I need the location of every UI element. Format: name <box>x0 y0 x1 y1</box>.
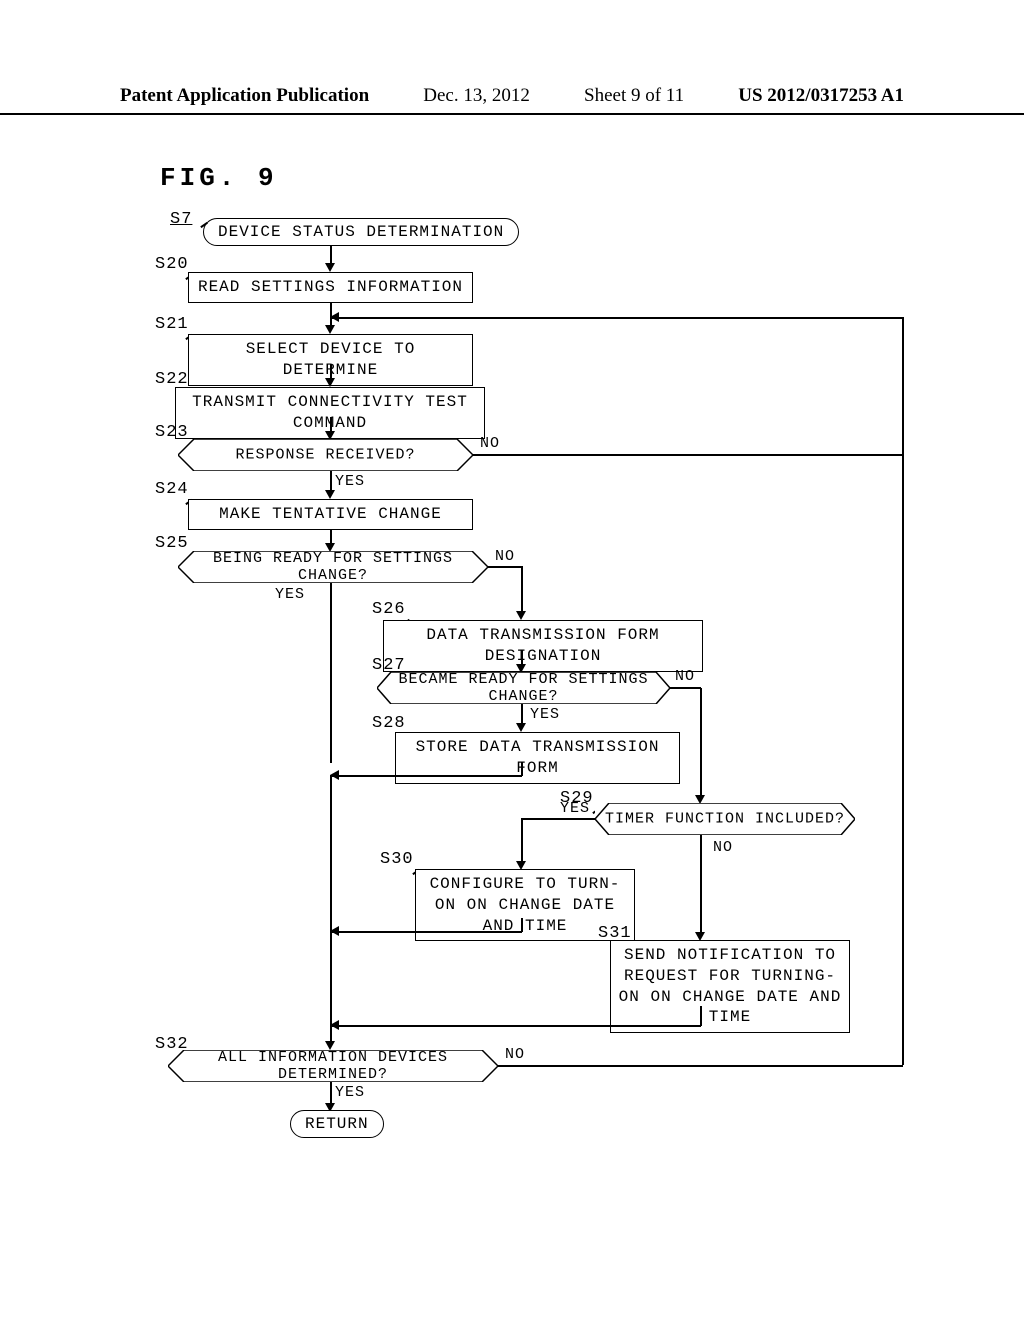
sheet-number: Sheet 9 of 11 <box>584 85 684 107</box>
node-return: RETURN <box>290 1110 384 1138</box>
publication-number: US 2012/0317253 A1 <box>738 85 904 107</box>
branch-s27-no: NO <box>675 668 695 685</box>
branch-s23-no: NO <box>480 435 500 452</box>
branch-s29-yes: YES <box>560 800 590 817</box>
branch-s32-no: NO <box>505 1046 525 1063</box>
node-s25: BEING READY FOR SETTINGS CHANGE? <box>178 551 488 583</box>
branch-s23-yes: YES <box>335 473 365 490</box>
node-s7: DEVICE STATUS DETERMINATION <box>203 218 519 246</box>
node-s27: BECAME READY FOR SETTINGS CHANGE? <box>377 672 670 704</box>
branch-s32-yes: YES <box>335 1084 365 1101</box>
step-label-s30: S30 <box>380 850 414 869</box>
step-label-s26: S26 <box>372 600 406 619</box>
publication-label: Patent Application Publication <box>120 85 369 107</box>
branch-s25-no: NO <box>495 548 515 565</box>
node-s26: DATA TRANSMISSION FORM DESIGNATION <box>383 620 703 672</box>
node-s31: SEND NOTIFICATION TO REQUEST FOR TURNING… <box>610 940 850 1033</box>
branch-s25-yes: YES <box>275 586 305 603</box>
step-label-s28: S28 <box>372 714 406 733</box>
branch-s27-yes: YES <box>530 706 560 723</box>
branch-s29-no: NO <box>713 839 733 856</box>
step-label-s21: S21 <box>155 315 189 334</box>
page-header: Patent Application Publication Dec. 13, … <box>0 85 1024 115</box>
node-s32: ALL INFORMATION DEVICES DETERMINED? <box>168 1050 498 1082</box>
node-s24: MAKE TENTATIVE CHANGE <box>188 499 473 530</box>
node-s29: TIMER FUNCTION INCLUDED? <box>595 803 855 835</box>
publication-date: Dec. 13, 2012 <box>423 85 530 107</box>
step-label-s20: S20 <box>155 255 189 274</box>
step-label-s7: S7 <box>170 210 192 229</box>
node-s20: READ SETTINGS INFORMATION <box>188 272 473 303</box>
step-label-s24: S24 <box>155 480 189 499</box>
figure-label: FIG. 9 <box>160 163 278 193</box>
node-s23: RESPONSE RECEIVED? <box>178 439 473 471</box>
